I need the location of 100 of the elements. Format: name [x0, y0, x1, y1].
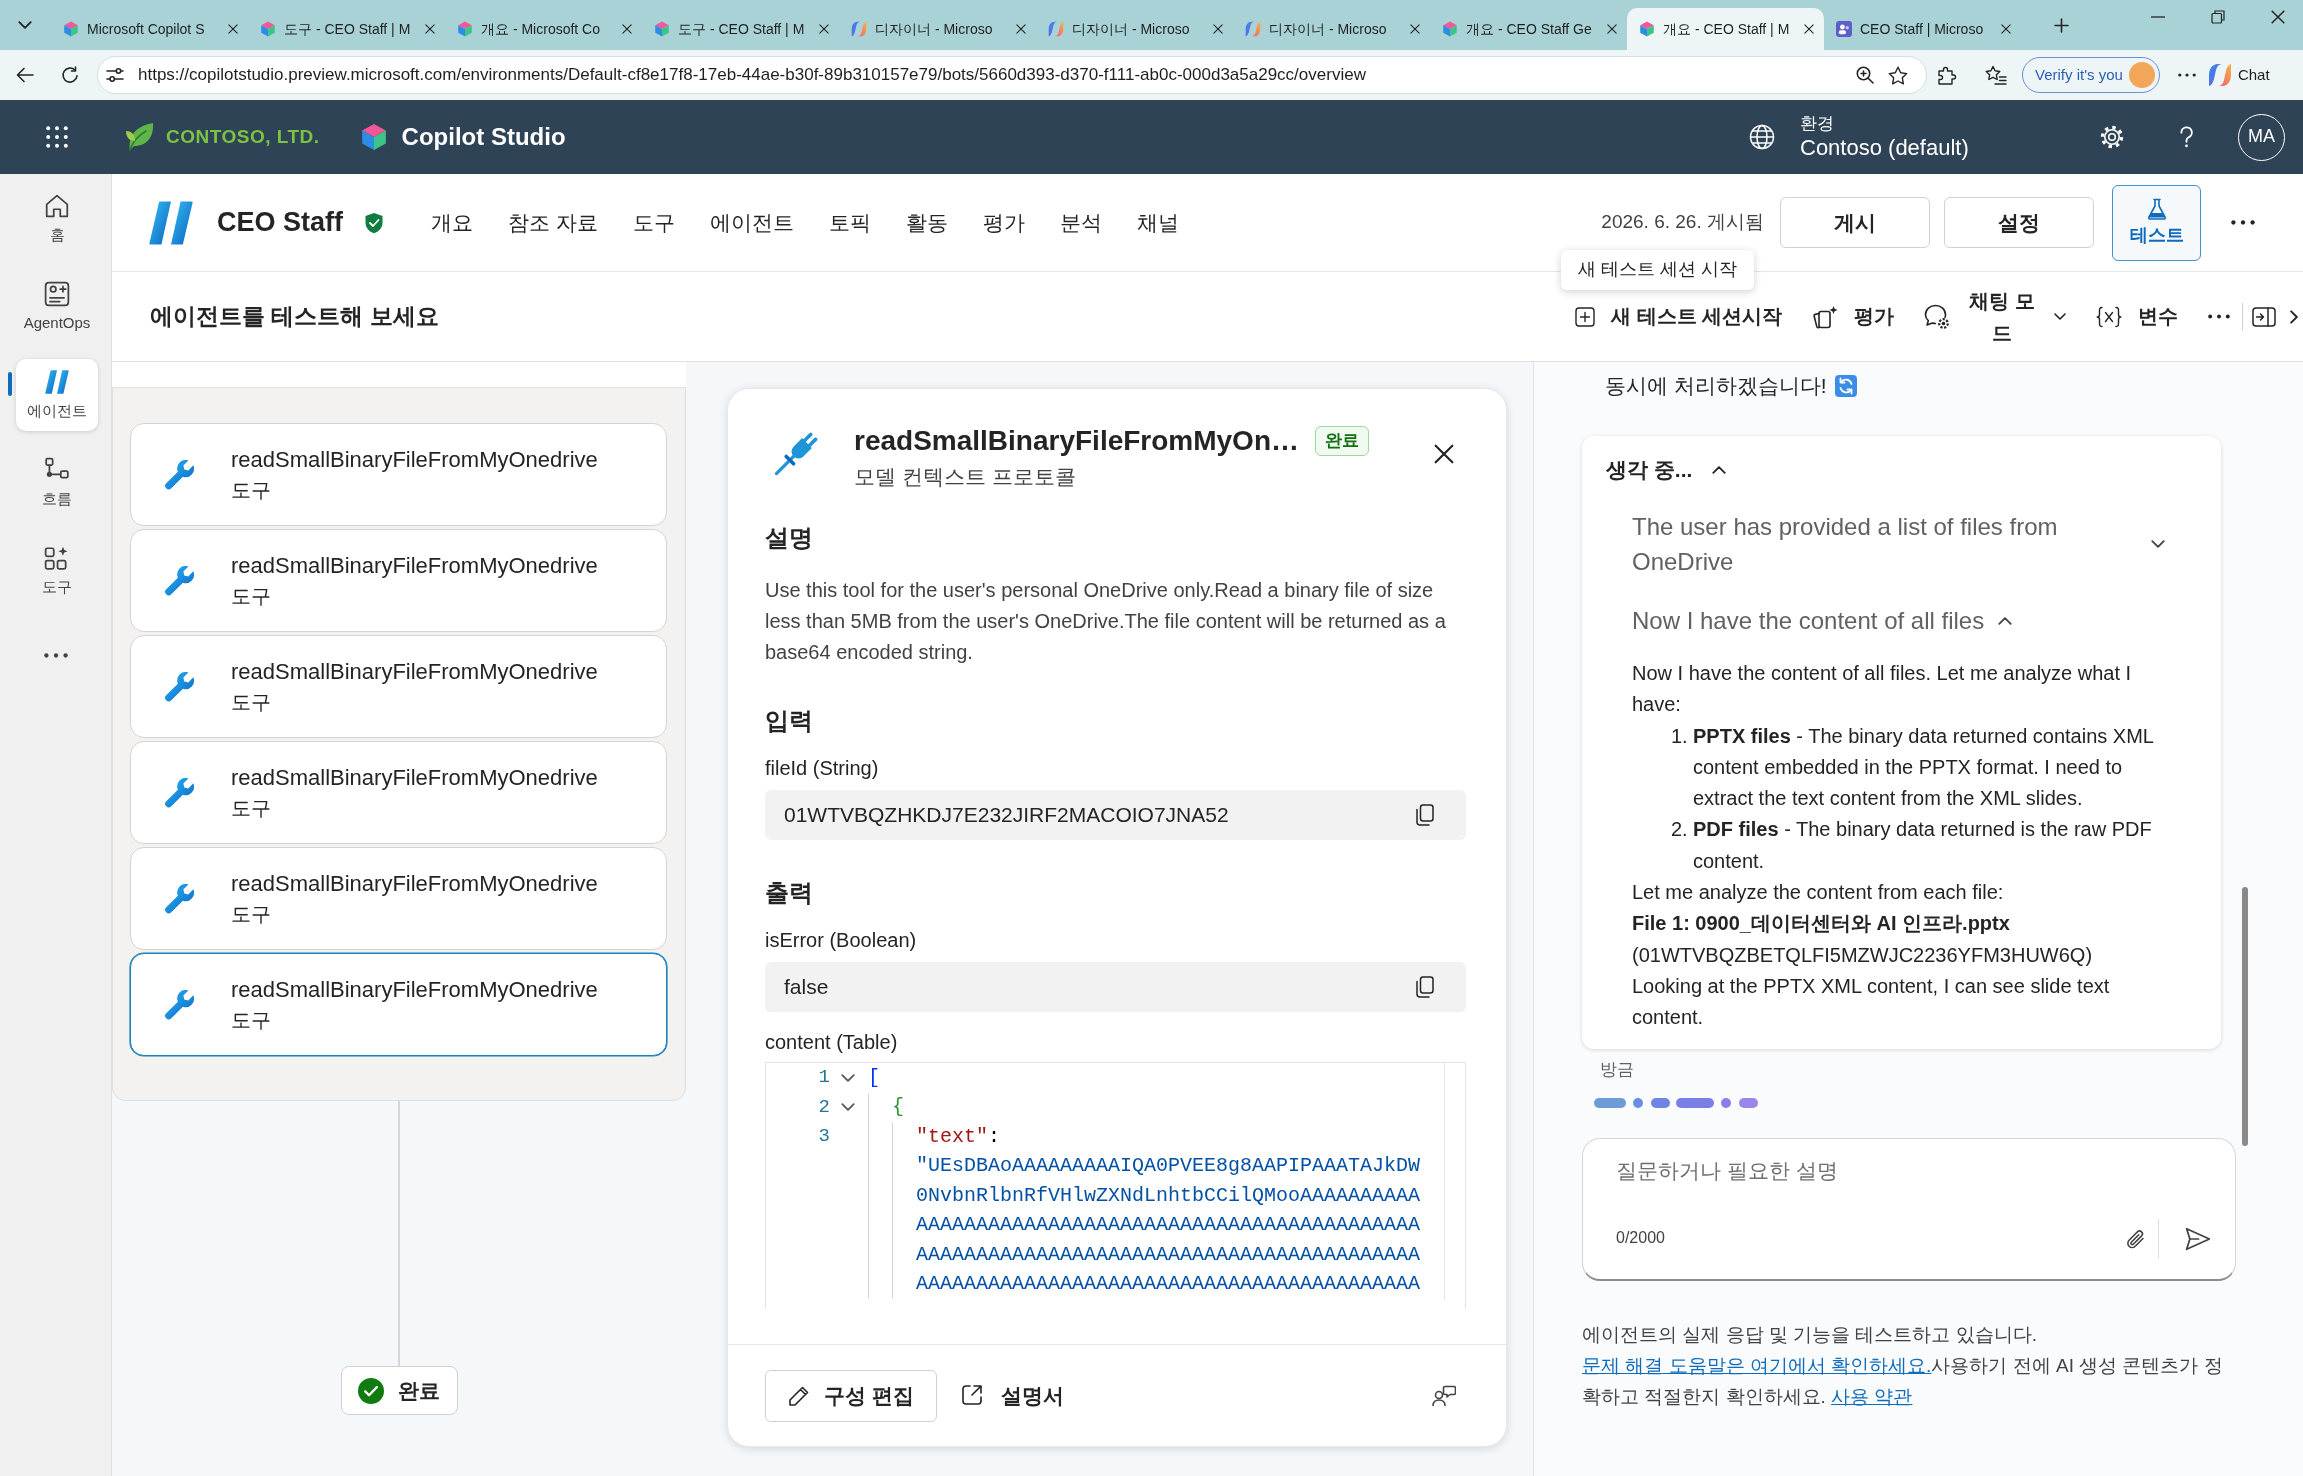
browser-tab[interactable]: CEO Staff | Microso — [1824, 8, 2021, 50]
settings-button[interactable]: 설정 — [1944, 197, 2094, 248]
chat-mode-button[interactable]: 채팅 모드 — [1924, 284, 2066, 349]
scrollbar-thumb[interactable] — [2242, 887, 2248, 1146]
browser-tab[interactable]: 개요 - CEO Staff | M — [1627, 8, 1824, 50]
sliders-icon[interactable] — [106, 68, 124, 82]
nav-tab[interactable]: 에이전트 — [709, 200, 794, 245]
browser-tab[interactable]: 디자이너 - Microso — [839, 8, 1036, 50]
globe-icon[interactable] — [1749, 124, 1775, 150]
test-button[interactable]: 테스트 — [2112, 184, 2201, 261]
star-icon[interactable] — [1888, 65, 1908, 85]
nav-tab[interactable]: 참조 자료 — [508, 200, 598, 245]
chat-message: 동시에 처리하겠습니다! — [1605, 373, 1827, 399]
more-icon[interactable] — [44, 653, 68, 658]
shield-check-icon — [364, 211, 384, 234]
close-icon[interactable] — [1804, 24, 1814, 34]
arrows-cycle-icon — [1834, 374, 1857, 397]
browser-tab[interactable]: 디자이너 - Microso — [1036, 8, 1233, 50]
code-line: AAAAAAAAAAAAAAAAAAAAAAAAAAAAAAAAAAAAAAAAAA — [916, 1271, 1421, 1298]
browser-tab[interactable]: 개요 - Microsoft Co — [445, 8, 642, 50]
refresh-icon[interactable] — [61, 66, 79, 84]
nav-tab[interactable]: 활동 — [905, 200, 948, 245]
close-icon[interactable] — [622, 24, 632, 34]
tool-type: 도구 — [231, 1007, 272, 1033]
nav-tab[interactable]: 분석 — [1059, 200, 1102, 245]
close-icon[interactable] — [819, 24, 829, 34]
back-arrow-icon[interactable] — [16, 67, 34, 83]
disclaimer-link[interactable]: 사용 약관 — [1831, 1385, 1913, 1407]
tool-card[interactable]: readSmallBinaryFileFromMyOnedrive 도구 — [130, 635, 667, 738]
close-icon[interactable] — [2271, 10, 2285, 24]
nav-tab[interactable]: 평가 — [982, 200, 1025, 245]
section-heading: 출력 — [765, 878, 814, 908]
browser-tab[interactable]: Microsoft Copilot S — [51, 8, 248, 50]
browser-tab[interactable]: 디자이너 - Microso — [1233, 8, 1430, 50]
copy-icon[interactable] — [1416, 804, 1434, 826]
chevron-down-icon[interactable] — [841, 1103, 855, 1112]
close-icon[interactable] — [1607, 24, 1617, 34]
environment-label: 환경 — [1800, 112, 1835, 134]
favorites-icon[interactable] — [1985, 65, 2007, 85]
plus-icon[interactable] — [2054, 17, 2069, 33]
rail-button[interactable]: 홈 — [16, 183, 98, 255]
nav-tab[interactable]: 채널 — [1136, 200, 1179, 245]
more-icon[interactable] — [2231, 220, 2255, 225]
thinking-toggle[interactable]: 생각 중... — [1606, 455, 1727, 485]
chat-button[interactable]: Chat — [2207, 63, 2270, 87]
chevron-down-icon[interactable] — [841, 1073, 855, 1082]
tool-card[interactable]: readSmallBinaryFileFromMyOnedrive 도구 — [130, 423, 667, 526]
environment-name[interactable]: Contoso (default) — [1800, 133, 2100, 162]
person-chat-icon[interactable] — [1432, 1384, 1456, 1407]
zoom-icon[interactable] — [1856, 66, 1874, 84]
send-icon[interactable] — [2185, 1226, 2211, 1251]
browser-tab[interactable]: 도구 - CEO Staff | M — [248, 8, 445, 50]
field-label: content (Table) — [765, 1030, 899, 1055]
rail-button[interactable]: AgentOps — [16, 271, 98, 343]
paperclip-icon[interactable] — [2126, 1227, 2146, 1250]
restore-icon[interactable] — [2211, 10, 2225, 24]
nav-tab[interactable]: 도구 — [632, 200, 675, 245]
tool-card[interactable]: readSmallBinaryFileFromMyOnedrive 도구 — [130, 847, 667, 950]
rail-button[interactable]: 흐름 — [16, 447, 98, 519]
puzzle-icon[interactable] — [1937, 65, 1957, 85]
more-icon[interactable] — [2177, 73, 2196, 77]
wrench-icon — [165, 989, 195, 1020]
close-icon[interactable] — [2001, 24, 2011, 34]
tool-card[interactable]: readSmallBinaryFileFromMyOnedrive 도구 — [130, 953, 667, 1056]
close-icon[interactable] — [425, 24, 435, 34]
step-toggle[interactable]: The user has provided a list of files from OneDrive — [1632, 509, 2195, 579]
close-icon[interactable] — [228, 24, 238, 34]
chevron-right-icon[interactable] — [2290, 309, 2298, 324]
message-input[interactable]: 질문하거나 필요한 설명 — [1616, 1153, 2176, 1188]
more-icon[interactable] — [2208, 314, 2230, 319]
new-session-button[interactable]: 새 테스트 세션시작 — [1575, 303, 1782, 330]
tool-card[interactable]: readSmallBinaryFileFromMyOnedrive 도구 — [130, 529, 667, 632]
close-icon[interactable] — [1016, 24, 1026, 34]
copy-icon[interactable] — [1416, 976, 1434, 998]
edit-button[interactable]: 구성 편집 — [765, 1369, 937, 1422]
rail-button[interactable]: 에이전트 — [16, 359, 98, 431]
close-icon[interactable] — [1213, 24, 1223, 34]
disclaimer-link[interactable]: 문제 해결 도움말은 여기에서 확인하세요. — [1582, 1354, 1932, 1376]
browser-tab[interactable]: 도구 - CEO Staff | M — [642, 8, 839, 50]
nav-tab[interactable]: 개요 — [431, 200, 473, 245]
tool-card[interactable]: readSmallBinaryFileFromMyOnedrive 도구 — [130, 741, 667, 844]
close-icon[interactable] — [1410, 24, 1420, 34]
evaluate-button[interactable]: 평가 — [1812, 303, 1894, 330]
rail-button[interactable]: 도구 — [16, 535, 98, 607]
help-icon[interactable] — [2180, 125, 2193, 149]
code-line: AAAAAAAAAAAAAAAAAAAAAAAAAAAAAAAAAAAAAAAAAA — [916, 1212, 1421, 1239]
variables-button[interactable]: 변수 — [2096, 303, 2178, 330]
docs-link[interactable]: 설명서 — [960, 1381, 1064, 1410]
cube-logo-icon — [359, 123, 388, 151]
app-launcher-icon[interactable] — [46, 126, 68, 148]
close-icon[interactable] — [1434, 444, 1454, 464]
publish-button[interactable]: 게시 — [1780, 197, 1930, 248]
panel-icon[interactable] — [2252, 306, 2276, 327]
chevron-down-icon — [2054, 313, 2066, 320]
nav-tab[interactable]: 토픽 — [828, 200, 871, 245]
browser-tab[interactable]: 개요 - CEO Staff Ge — [1430, 8, 1627, 50]
step-toggle[interactable]: Now I have the content of all files — [1632, 603, 2013, 638]
settings-icon[interactable] — [2100, 125, 2124, 149]
chevron-down-icon[interactable] — [18, 21, 32, 29]
address-field[interactable]: https://copilotstudio.preview.microsoft.com/environments/Default-cf8e17f8-17eb-44ae-b30f-89b310157e79/bots/5660d393-d370-f111-ab0c-000d3a5a29cc/overview — [97, 56, 1927, 94]
